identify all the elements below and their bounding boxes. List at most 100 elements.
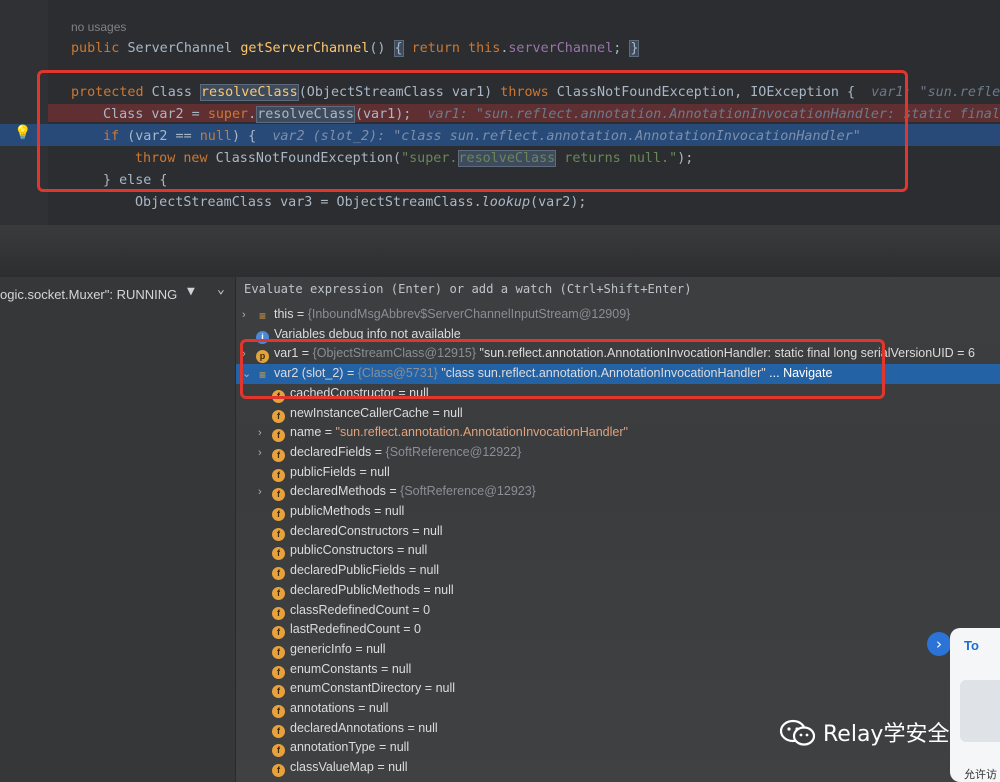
code-line-lookup[interactable]: ObjectStreamClass var3 = ObjectStreamCla…: [135, 192, 586, 214]
type-name: ServerChannel: [127, 41, 233, 56]
field-row[interactable]: f publicConstructors = null: [258, 540, 427, 561]
field-row[interactable]: f declaredConstructors = null: [258, 521, 443, 541]
field-icon: f: [272, 586, 285, 600]
chevron-right-icon[interactable]: ›: [258, 423, 272, 443]
equals-sign: =: [421, 681, 436, 696]
field-row[interactable]: f publicMethods = null: [258, 501, 404, 521]
variable-value: null: [418, 720, 438, 735]
variable-name: declaredConstructors: [290, 523, 409, 538]
parens: (): [369, 41, 386, 56]
equals-sign: =: [293, 307, 308, 321]
field-row[interactable]: › f name = "sun.reflect.annotation.Annotat…: [258, 422, 628, 443]
field-row[interactable]: › f declaredFields = {SoftReference@12922}: [258, 442, 521, 462]
lightbulb-icon[interactable]: 💡: [14, 125, 31, 141]
equals-sign: =: [399, 622, 415, 637]
equals-sign: =: [385, 484, 401, 499]
field-icon: f: [272, 488, 285, 502]
equals-sign: =: [428, 405, 444, 420]
field-row[interactable]: f classRedefinedCount = 0: [258, 600, 430, 620]
variable-value: null: [388, 760, 408, 775]
field-row[interactable]: f enumConstants = null: [258, 659, 411, 679]
field-icon: f: [272, 567, 285, 581]
field-row[interactable]: f enumConstantDirectory = null: [258, 678, 455, 699]
field-row[interactable]: f lastRedefinedCount = 0: [258, 619, 421, 640]
brace-close: }: [629, 40, 640, 57]
variable-value: null: [434, 582, 454, 597]
field-icon: f: [272, 429, 285, 443]
variable-name: classValueMap: [290, 760, 374, 775]
code-editor: 💡 no usages public ServerChannel getServ…: [0, 0, 1000, 225]
threads-frames-pane: ogic.socket.Muxer": RUNNING ▼ ⌄: [0, 277, 236, 782]
watermark: Relay学安全: [779, 718, 949, 752]
chevron-down-icon[interactable]: ⌄: [217, 282, 225, 297]
wechat-icon: [779, 719, 816, 746]
filter-icon[interactable]: ▼: [187, 284, 195, 299]
field-row[interactable]: f annotationType = null: [258, 737, 410, 758]
variable-value: {InboundMsgAbbrev$ServerChannelInputStre…: [307, 307, 631, 321]
variable-name: publicMethods: [290, 504, 371, 518]
semicolon: ;: [613, 41, 622, 56]
method-name: getServerChannel: [240, 41, 370, 56]
variable-value: null: [443, 405, 463, 420]
variable-name: annotationType: [290, 740, 376, 755]
field-icon: f: [272, 508, 285, 521]
toast-bottom-text: 允许访: [964, 769, 997, 781]
variable-name: declaredPublicMethods: [290, 582, 420, 597]
equals-sign: =: [373, 760, 389, 775]
evaluate-expression-input[interactable]: Evaluate expression (Enter) or add a wat…: [244, 282, 692, 296]
field-icon: f: [272, 547, 285, 561]
field-row[interactable]: f publicFields = null: [258, 462, 390, 482]
expand-arrow-button[interactable]: ›: [927, 632, 951, 656]
variable-value: null: [384, 504, 405, 518]
keyword-this: this: [468, 41, 501, 56]
no-usages-hint[interactable]: no usages: [71, 20, 126, 34]
variable-value: null: [370, 464, 390, 479]
keyword: public: [71, 41, 120, 56]
equals-sign: =: [377, 661, 392, 676]
equals-sign: =: [321, 425, 336, 440]
variable-name: name: [290, 425, 322, 440]
equals-sign: =: [375, 740, 390, 755]
variable-value: null: [389, 740, 410, 755]
equals-sign: =: [356, 464, 371, 479]
field-icon: f: [272, 685, 285, 699]
variable-value: null: [366, 641, 386, 656]
variable-value: null: [419, 563, 440, 578]
variable-value: "sun.reflect.annotation.AnnotationInvoca…: [335, 425, 628, 440]
equals-sign: =: [408, 523, 424, 538]
field-row[interactable]: f annotations = null: [258, 698, 388, 718]
field-row[interactable]: f declaredPublicFields = null: [258, 560, 440, 581]
code-line-getserverchannel[interactable]: public ServerChannel getServerChannel() …: [71, 38, 640, 60]
variable-name: this: [274, 307, 294, 321]
variable-name: publicFields: [290, 464, 357, 479]
method-call: lookup: [481, 195, 531, 210]
field-row[interactable]: f declaredPublicMethods = null: [258, 580, 454, 600]
variable-row[interactable]: › ≡ this = {InboundMsgAbbrev$ServerChannel…: [242, 304, 630, 324]
field-name: serverChannel: [508, 41, 614, 56]
variable-value: 0: [414, 622, 421, 637]
args: (var2);: [530, 195, 587, 210]
field-row[interactable]: › f declaredMethods = {SoftReference@12923…: [258, 481, 536, 502]
field-icon: f: [272, 764, 285, 778]
panel-divider[interactable]: [0, 225, 1000, 277]
keyword-return: return: [411, 41, 460, 56]
field-icon: f: [272, 606, 285, 620]
thread-selector[interactable]: ogic.socket.Muxer": RUNNING: [0, 282, 235, 308]
chevron-right-icon[interactable]: ›: [258, 443, 272, 463]
debugger-panel: ogic.socket.Muxer": RUNNING ▼ ⌄ Evaluate…: [0, 277, 1000, 782]
equals-sign: =: [408, 602, 424, 617]
field-row[interactable]: f declaredAnnotations = null: [258, 718, 438, 738]
field-row[interactable]: f newInstanceCallerCache = null: [258, 403, 463, 423]
field-row[interactable]: f genericInfo = null: [258, 639, 386, 659]
annotation-highlight-box: [37, 70, 908, 192]
equals-sign: =: [370, 504, 385, 518]
toast-title: To: [964, 638, 979, 653]
field-icon: f: [272, 468, 285, 482]
field-icon: f: [272, 626, 285, 640]
notification-card[interactable]: To 允许访: [950, 628, 1000, 782]
field-row[interactable]: f classValueMap = null: [258, 757, 408, 778]
chevron-right-icon[interactable]: ›: [258, 482, 272, 502]
chevron-right-icon[interactable]: ›: [242, 305, 256, 325]
equals-sign: =: [403, 720, 419, 735]
variable-name: classRedefinedCount: [290, 602, 409, 617]
